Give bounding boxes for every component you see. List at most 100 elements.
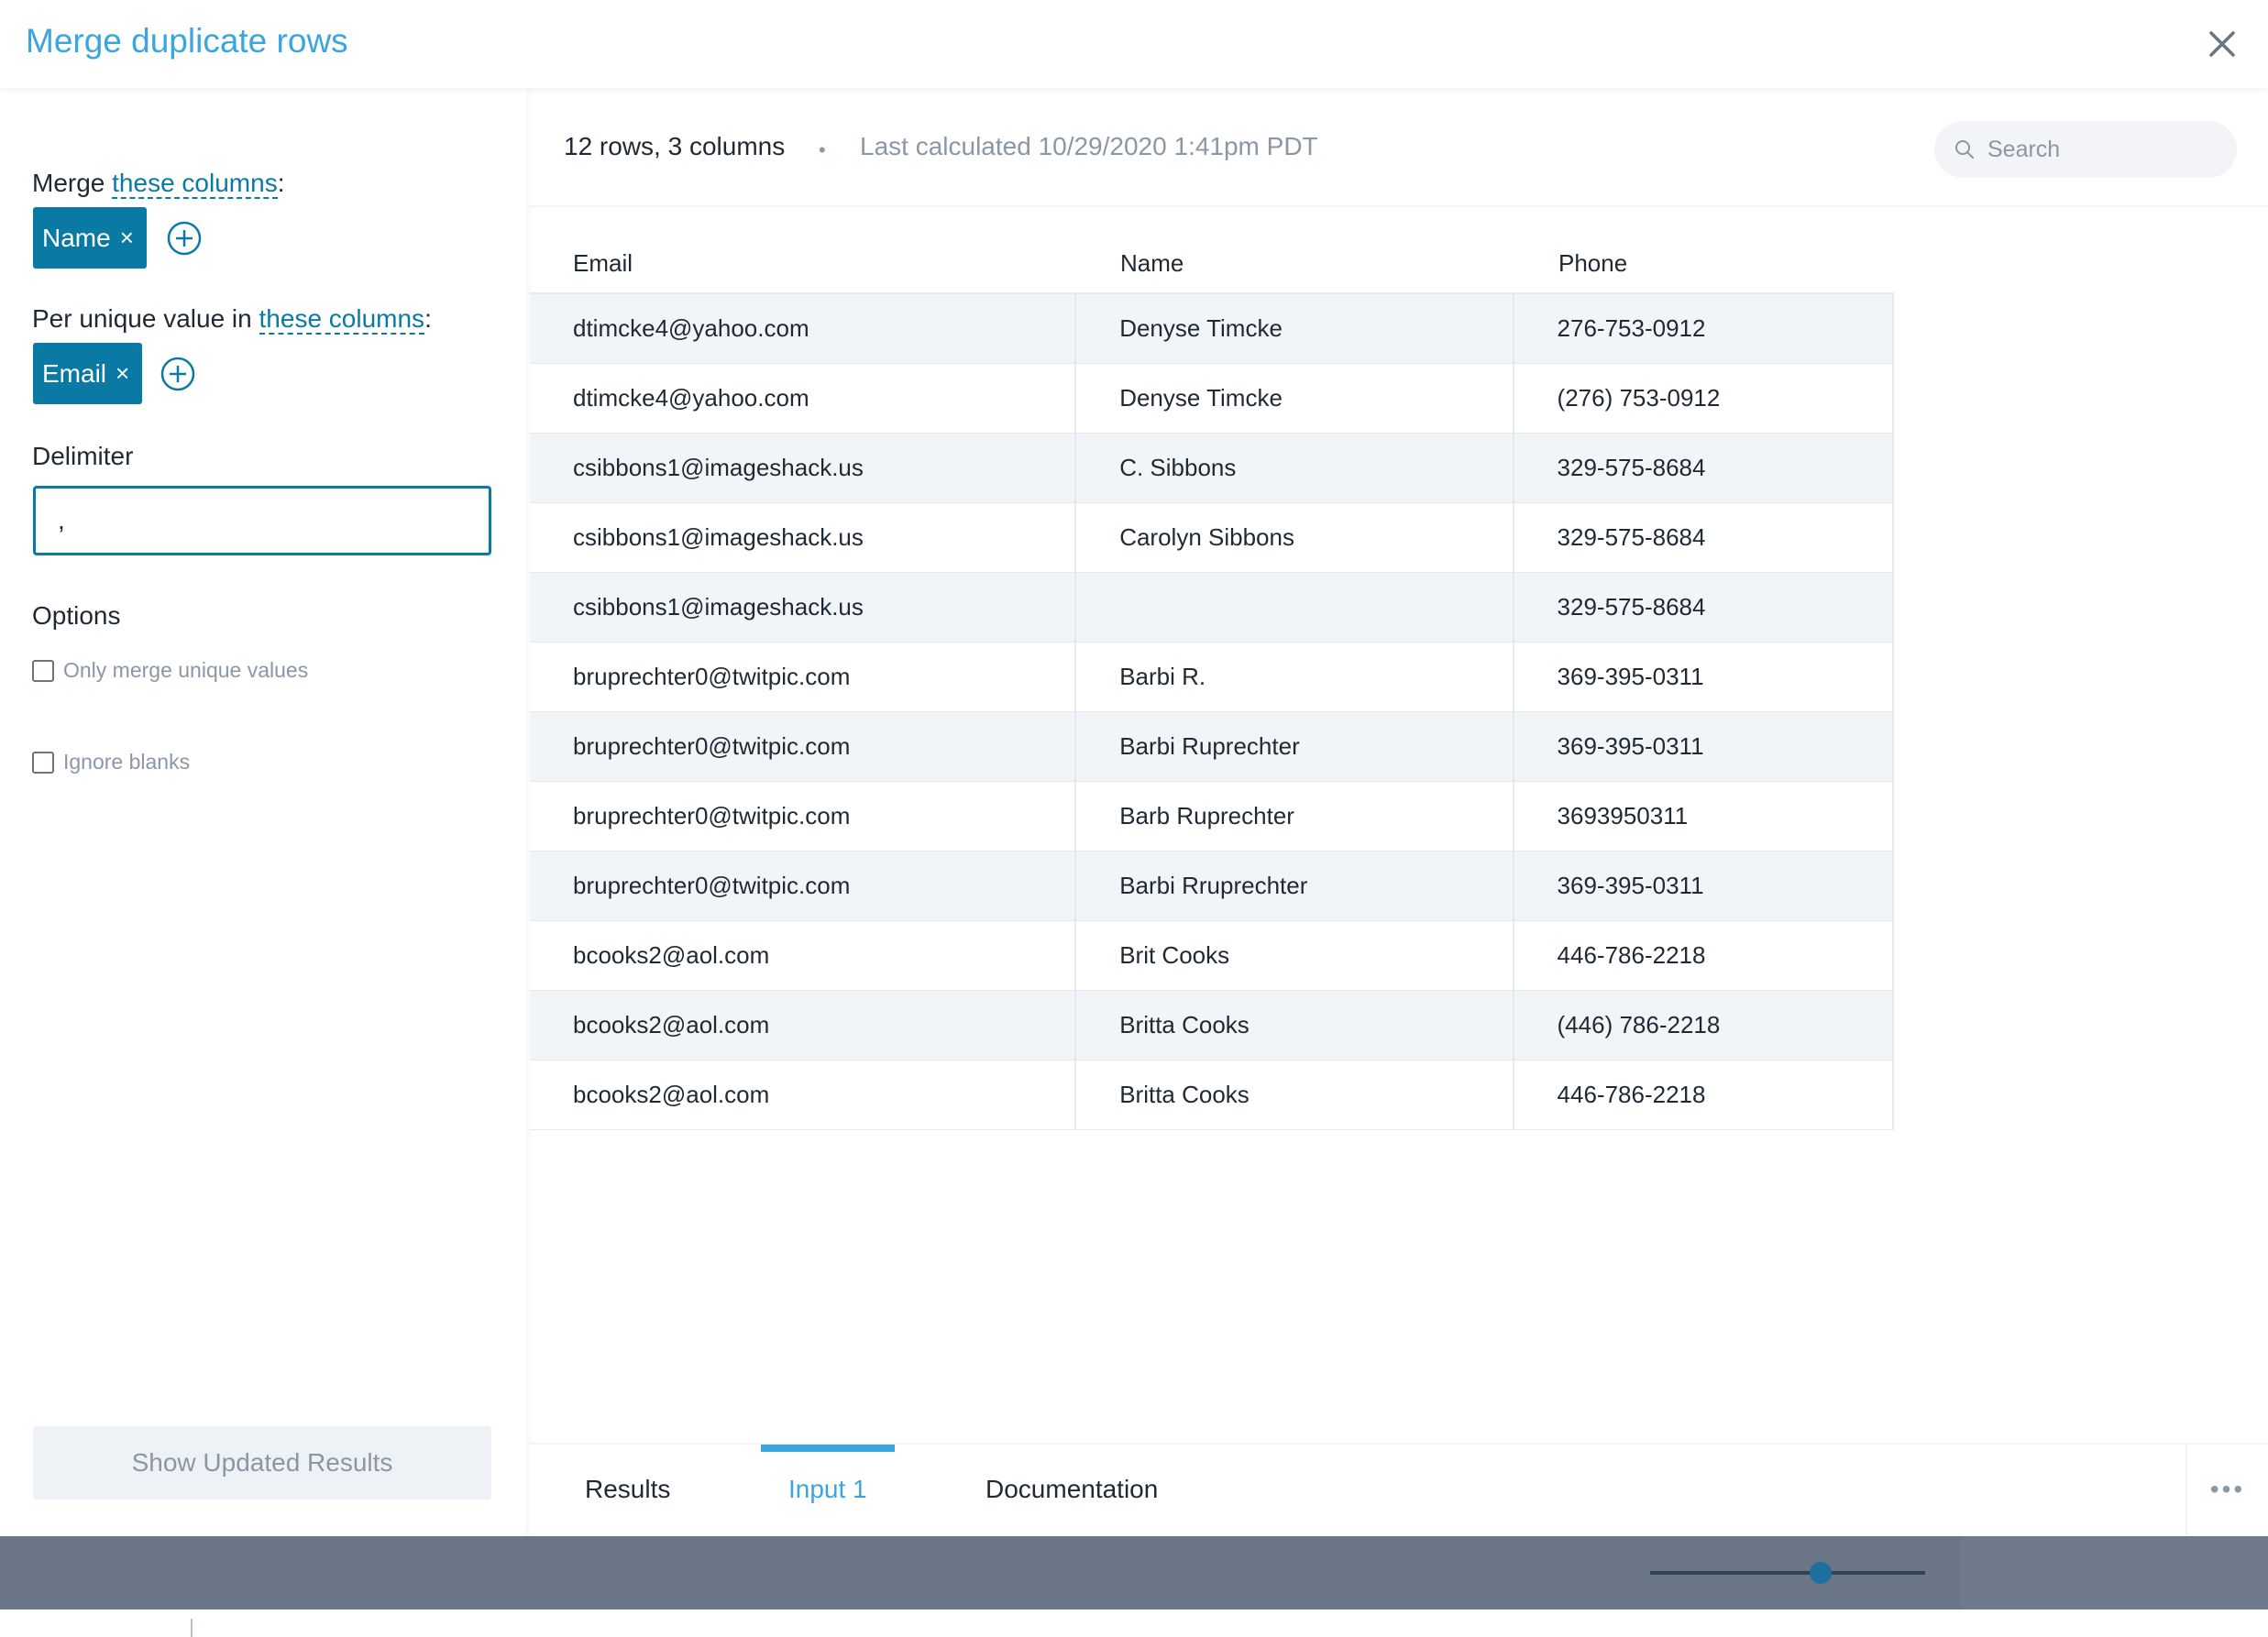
tab-results[interactable]: Results [585,1445,670,1534]
cell-email[interactable]: bcooks2@aol.com [530,990,1077,1060]
cell-name[interactable]: Barbi R. [1076,642,1514,712]
per-unique-label: Per unique value in these columns: [32,304,432,335]
cell-email[interactable]: bruprechter0@twitpic.com [530,851,1077,921]
table-row[interactable]: bcooks2@aol.com Britta Cooks 446-786-2218 [530,1060,1894,1130]
cell-email[interactable]: bruprechter0@twitpic.com [530,642,1077,712]
cell-name[interactable]: Barbi Ruprechter [1076,711,1514,782]
modal-header: Merge duplicate rows [0,0,2268,88]
zoom-slider[interactable] [1650,1562,1925,1584]
pill-label: Email [42,358,107,388]
cell-email[interactable]: csibbons1@imageshack.us [530,572,1077,643]
cell-phone[interactable]: (276) 753-0912 [1514,364,1892,434]
table-row[interactable]: bcooks2@aol.com Brit Cooks 446-786-2218 [530,920,1894,991]
row-column-count: 12 rows, 3 columns [564,132,786,160]
tab-documentation[interactable]: Documentation [985,1445,1158,1534]
close-icon[interactable] [2202,24,2242,64]
delimiter-input[interactable] [33,486,491,555]
table-row[interactable]: dtimcke4@yahoo.com Denyse Timcke 276-753-0… [530,293,1894,364]
merge-colon: : [277,169,285,197]
cell-name[interactable]: Brit Cooks [1076,920,1514,991]
table-header: Email Name Phone [530,235,1894,294]
cell-phone[interactable]: 446-786-2218 [1514,921,1892,991]
options-label: Options [32,601,121,630]
search-icon [1955,140,1974,159]
zoom-slider-handle[interactable] [1810,1562,1832,1584]
cell-email[interactable]: bruprechter0@twitpic.com [530,711,1077,782]
checkbox[interactable] [32,751,54,774]
add-merge-column-icon[interactable] [166,220,203,257]
cell-phone[interactable]: 369-395-0311 [1514,712,1892,782]
table-row[interactable]: csibbons1@imageshack.us C. Sibbons 329-575… [530,433,1894,503]
table-row[interactable]: csibbons1@imageshack.us 329-575-8684 [530,572,1894,643]
cell-email[interactable]: bruprechter0@twitpic.com [530,781,1077,851]
cell-name[interactable]: Barb Ruprechter [1076,781,1514,851]
column-header-phone[interactable]: Phone [1515,234,1894,293]
column-header-email[interactable]: Email [530,234,1077,293]
table-row[interactable]: bruprechter0@twitpic.com Barbi Ruprechter… [530,711,1894,782]
table-row[interactable]: bruprechter0@twitpic.com Barbi R. 369-395-… [530,642,1894,712]
cell-email[interactable]: dtimcke4@yahoo.com [530,363,1077,434]
cell-name[interactable] [1076,572,1514,643]
cell-email[interactable]: csibbons1@imageshack.us [530,502,1077,573]
cell-phone[interactable]: 446-786-2218 [1514,1060,1892,1130]
cell-name[interactable]: C. Sibbons [1076,433,1514,503]
table-row[interactable]: bcooks2@aol.com Britta Cooks (446) 786-221… [530,990,1894,1060]
option-label: Ignore blanks [63,750,191,774]
cell-phone[interactable]: 329-575-8684 [1514,434,1892,503]
modal-title: Merge duplicate rows [26,22,348,60]
cell-phone[interactable]: 276-753-0912 [1514,294,1892,364]
divider [530,205,2268,207]
per-columns-link[interactable]: these columns [259,304,425,335]
cell-name[interactable]: Denyse Timcke [1076,293,1514,364]
cell-phone[interactable]: (446) 786-2218 [1514,991,1892,1060]
search-placeholder: Search [1987,136,2061,162]
cell-name[interactable]: Barbi Rruprechter [1076,851,1514,921]
cell-email[interactable]: bcooks2@aol.com [530,1060,1077,1130]
table-row[interactable]: dtimcke4@yahoo.com Denyse Timcke (276) 753… [530,363,1894,434]
table-row[interactable]: bruprechter0@twitpic.com Barb Ruprechter 3… [530,781,1894,851]
remove-pill-icon[interactable]: × [120,224,134,252]
main-panel: 12 rows, 3 columns • Last calculated 10/… [530,88,2268,1534]
column-header-name[interactable]: Name [1077,234,1515,293]
cell-phone[interactable]: 3693950311 [1514,782,1892,851]
divider [191,1619,193,1637]
checkbox[interactable] [32,659,54,682]
separator-dot: • [819,138,826,161]
cell-phone[interactable]: 329-575-8684 [1514,503,1892,573]
merge-column-pill[interactable]: Name × [33,207,147,269]
option-label: Only merge unique values [63,658,309,682]
merge-prefix: Merge [32,169,113,197]
table-row[interactable]: csibbons1@imageshack.us Carolyn Sibbons 32… [530,502,1894,573]
status-bar-right [1960,1536,2268,1610]
remove-pill-icon[interactable]: × [116,359,129,388]
table-body: dtimcke4@yahoo.com Denyse Timcke 276-753-0… [530,293,1894,1130]
pill-label: Name [42,223,111,252]
per-prefix: Per unique value in [32,304,259,333]
tab-input-1[interactable]: Input 1 [761,1445,895,1534]
table-row[interactable]: bruprechter0@twitpic.com Barbi Rruprechte… [530,851,1894,921]
more-options-icon[interactable]: ••• [2185,1445,2268,1534]
cell-name[interactable]: Britta Cooks [1076,1060,1514,1130]
cell-email[interactable]: bcooks2@aol.com [530,920,1077,991]
config-sidebar: Merge these columns: Name × Per unique va… [0,88,526,1536]
cell-phone[interactable]: 369-395-0311 [1514,851,1892,921]
search-input[interactable]: Search [1934,121,2237,178]
cell-email[interactable]: csibbons1@imageshack.us [530,433,1077,503]
cell-email[interactable]: dtimcke4@yahoo.com [530,293,1077,364]
ignore-blanks-option[interactable]: Ignore blanks [32,750,190,775]
data-table: Email Name Phone dtimcke4@yahoo.com Denys… [530,235,1894,1130]
cell-name[interactable]: Denyse Timcke [1076,363,1514,434]
show-updated-results-button[interactable]: Show Updated Results [33,1426,491,1500]
merge-columns-label: Merge these columns: [32,169,285,199]
status-bar [0,1536,2268,1610]
delimiter-label: Delimiter [32,442,134,470]
merge-columns-link[interactable]: these columns [112,169,278,199]
only-unique-option[interactable]: Only merge unique values [32,658,308,683]
per-column-pill[interactable]: Email × [33,343,143,404]
add-per-column-icon[interactable] [160,356,196,392]
cell-name[interactable]: Britta Cooks [1076,990,1514,1060]
cell-phone[interactable]: 329-575-8684 [1514,573,1892,643]
per-colon: : [424,304,432,333]
cell-name[interactable]: Carolyn Sibbons [1076,502,1514,573]
cell-phone[interactable]: 369-395-0311 [1514,643,1892,712]
